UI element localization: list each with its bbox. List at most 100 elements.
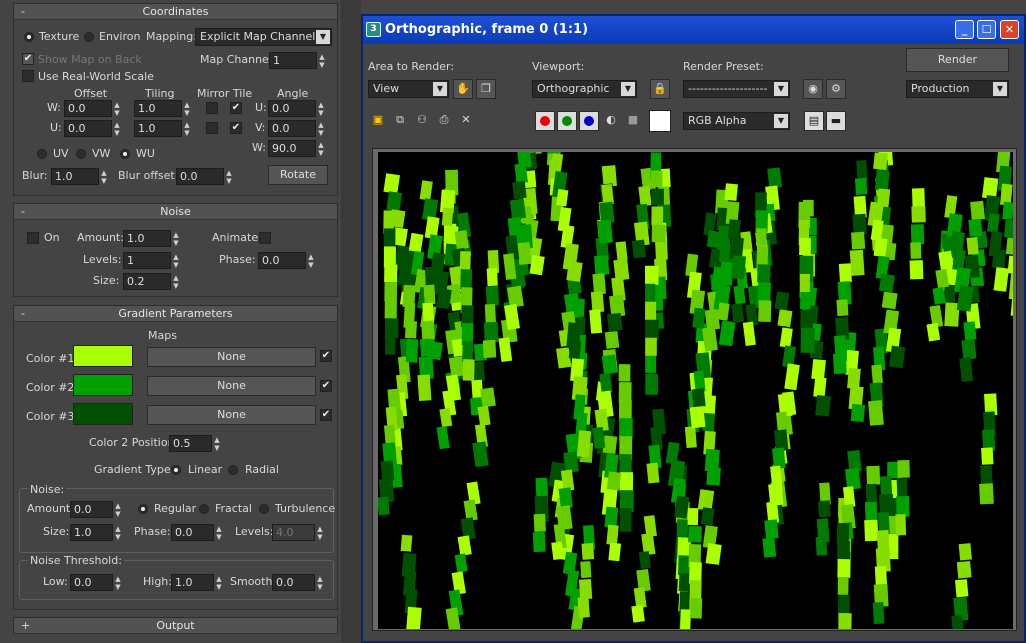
tiling-u-spinner[interactable]: 1.0 ▲ ▼	[134, 120, 190, 137]
angle-v-spinner[interactable]: 0.0 ▲ ▼	[268, 120, 324, 137]
use-real-world-checkbox[interactable]	[22, 70, 34, 82]
minimize-icon[interactable]: _	[955, 20, 974, 39]
blue-channel-icon[interactable]	[579, 111, 599, 131]
production-dropdown[interactable]: Production ▼	[906, 80, 1009, 98]
color3-swatch[interactable]	[73, 403, 133, 425]
channel-dropdown[interactable]: RGB Alpha ▼	[683, 112, 790, 130]
maximize-icon[interactable]: ☐	[977, 20, 996, 39]
gradient-rollout-header[interactable]: - Gradient Parameters	[14, 306, 337, 322]
viewport-dropdown[interactable]: Orthographic ▼	[532, 80, 637, 98]
noise-size-spinner[interactable]: 0.2 ▲ ▼	[123, 273, 179, 290]
offset-u-spinner[interactable]: 0.0 ▲ ▼	[64, 120, 120, 137]
red-channel-icon[interactable]	[535, 111, 555, 131]
gradient-noise-size-spinner[interactable]: 1.0 ▲ ▼	[70, 524, 121, 541]
offset-header: Offset	[74, 87, 108, 100]
threshold-low-spinner[interactable]: 0.0 ▲ ▼	[70, 574, 121, 591]
grass-segment	[589, 309, 603, 334]
noise-levels-spinner[interactable]: 1 ▲ ▼	[123, 252, 179, 269]
clone-frame-icon[interactable]: ⚇	[412, 111, 432, 131]
tile-u-checkbox[interactable]: ✔	[230, 122, 242, 134]
coordinates-rollout-header[interactable]: - Coordinates	[14, 4, 337, 20]
color1-map-checkbox[interactable]: ✔	[320, 350, 332, 362]
chevron-down-icon: ▼	[774, 114, 788, 128]
environment-icon[interactable]: ⚙	[826, 79, 846, 99]
color1-map-button[interactable]: None	[147, 347, 316, 367]
grass-segment	[462, 341, 474, 362]
vw-radio[interactable]	[76, 149, 86, 159]
color2-map-checkbox[interactable]: ✔	[320, 380, 332, 392]
threshold-high-spinner[interactable]: 1.0 ▲ ▼	[171, 574, 222, 591]
texture-radio[interactable]	[24, 32, 34, 42]
hand-icon[interactable]: ✋	[453, 79, 473, 99]
save-image-icon[interactable]: ▣	[368, 111, 388, 131]
alpha-channel-icon[interactable]: ◐	[601, 111, 621, 131]
render-setup-icon[interactable]: ◉	[803, 79, 823, 99]
output-rollout-header[interactable]: + Output	[14, 618, 337, 634]
color1-swatch[interactable]	[73, 345, 133, 367]
mirror-u-checkbox[interactable]	[206, 122, 218, 134]
grass-segment	[970, 200, 985, 221]
color3-map-button[interactable]: None	[147, 405, 316, 425]
lock-icon[interactable]: 🔒	[650, 79, 670, 99]
threshold-smooth-spinner[interactable]: 0.0 ▲ ▼	[272, 574, 323, 591]
grass-segment	[645, 301, 657, 321]
environ-radio[interactable]	[84, 32, 94, 42]
offset-w-spinner[interactable]: 0.0 ▲ ▼	[64, 100, 120, 117]
grass-segment	[764, 519, 779, 540]
toggle-overlay-icon[interactable]: ▬	[826, 111, 846, 131]
turbulence-radio[interactable]	[259, 504, 269, 514]
grass-segment	[800, 309, 814, 330]
wu-radio[interactable]	[120, 149, 130, 159]
fractal-radio[interactable]	[199, 504, 209, 514]
spinner-arrows-icon[interactable]: ▲ ▼	[317, 53, 327, 70]
angle-u-spinner[interactable]: 0.0 ▲ ▼	[268, 100, 324, 117]
color2-map-button[interactable]: None	[147, 376, 316, 396]
render-button[interactable]: Render	[906, 48, 1009, 72]
copy-image-icon[interactable]: ⧉	[390, 111, 410, 131]
noise-phase-spinner[interactable]: 0.0 ▲ ▼	[258, 252, 314, 269]
angle-w-spinner[interactable]: 90.0 ▲ ▼	[268, 140, 324, 157]
tile-w-checkbox[interactable]: ✔	[230, 102, 242, 114]
blur-offset-spinner[interactable]: 0.0 ▲ ▼	[176, 168, 232, 185]
color3-map-checkbox[interactable]: ✔	[320, 409, 332, 421]
grass-segment	[881, 291, 898, 310]
uv-radio[interactable]	[37, 149, 47, 159]
color2-swatch[interactable]	[73, 374, 133, 396]
animate-checkbox[interactable]	[259, 232, 271, 244]
monochrome-icon[interactable]: ■	[623, 111, 643, 131]
map-channel-spinner[interactable]: 1 ▲ ▼	[269, 52, 325, 69]
noise-rollout-header[interactable]: - Noise	[14, 204, 337, 220]
grass-segment	[386, 191, 403, 212]
area-to-render-dropdown[interactable]: View ▼	[368, 80, 449, 98]
tiling-w-spinner[interactable]: 1.0 ▲ ▼	[134, 100, 190, 117]
radial-radio[interactable]	[228, 465, 238, 475]
noise-size-label: Size:	[93, 274, 120, 287]
mapping-dropdown[interactable]: Explicit Map Channel ▼	[195, 28, 332, 46]
color2-position-spinner[interactable]: 0.5 ▲ ▼	[169, 435, 220, 452]
gradient-noise-amount-spinner[interactable]: 0.0 ▲ ▼	[70, 501, 121, 518]
render-preset-dropdown[interactable]: -------------------- ▼	[683, 80, 790, 98]
rotate-button[interactable]: Rotate	[268, 165, 328, 185]
linear-radio[interactable]	[171, 465, 181, 475]
green-channel-icon[interactable]	[557, 111, 577, 131]
toggle-ui-icon[interactable]: ▤	[804, 111, 824, 131]
chevron-down-icon: ▼	[774, 82, 788, 96]
close-icon[interactable]: ✕	[1000, 20, 1019, 39]
gradient-noise-levels-spinner[interactable]: 4.0 ▲ ▼	[272, 524, 323, 541]
swatch-color[interactable]	[649, 110, 671, 132]
show-map-on-back-checkbox[interactable]: ✔	[22, 53, 34, 65]
noise-amount-spinner[interactable]: 1.0 ▲ ▼	[123, 230, 179, 247]
window-titlebar[interactable]: 3 Orthographic, frame 0 (1:1) _ ☐ ✕	[363, 16, 1024, 44]
mirror-w-checkbox[interactable]	[206, 102, 218, 114]
grass-segment	[872, 602, 885, 625]
noise-on-checkbox[interactable]	[27, 232, 39, 244]
region-icon[interactable]: ❐	[476, 79, 496, 99]
maps-header: Maps	[148, 329, 177, 342]
blur-spinner[interactable]: 1.0 ▲ ▼	[51, 168, 107, 185]
grass-segment	[576, 430, 592, 458]
print-icon[interactable]: ⎙	[434, 111, 454, 131]
gradient-noise-phase-spinner[interactable]: 0.0 ▲ ▼	[171, 524, 222, 541]
clear-icon[interactable]: ✕	[456, 111, 476, 131]
regular-radio[interactable]	[138, 504, 148, 514]
grass-segment	[704, 308, 721, 331]
